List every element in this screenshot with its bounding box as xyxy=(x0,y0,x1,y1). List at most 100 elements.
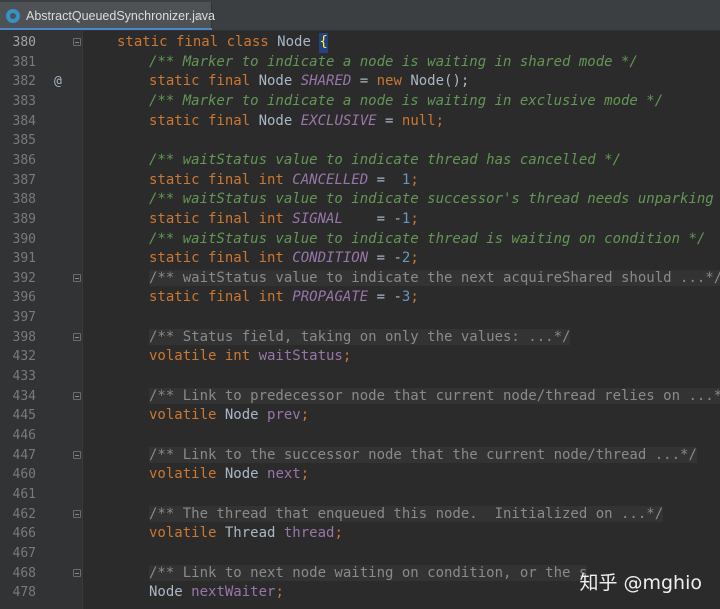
code-line[interactable]: 387 static final int CANCELLED = 1; xyxy=(0,171,720,191)
code-line[interactable]: 460 volatile Node next; xyxy=(0,465,720,485)
code-token: static final int xyxy=(149,289,293,306)
fold-toggle-icon[interactable] xyxy=(73,568,81,577)
line-number: 383 xyxy=(12,93,36,109)
code-token: static final int xyxy=(149,171,293,188)
code-text: /** waitStatus value to indicate success… xyxy=(149,190,720,210)
line-number: 447 xyxy=(12,447,36,463)
line-number: 389 xyxy=(12,211,36,227)
code-line[interactable]: 381 /** Marker to indicate a node is wait… xyxy=(0,53,720,73)
code-token: = xyxy=(351,73,377,90)
code-text: /** The thread that enqueued this node. … xyxy=(149,505,664,525)
code-token: = xyxy=(368,171,402,188)
code-text: Node nextWaiter; xyxy=(149,583,284,603)
code-line[interactable]: 467 xyxy=(0,544,720,564)
code-text: /** Marker to indicate a node is waiting… xyxy=(149,53,638,73)
code-token: static final xyxy=(149,73,259,90)
fold-toggle-icon[interactable] xyxy=(73,391,81,400)
code-text: /** Link to predecessor node that curren… xyxy=(149,387,720,407)
line-number: 468 xyxy=(12,565,36,581)
code-token: /** Status field, taking on only the val… xyxy=(149,328,571,345)
code-text: volatile Thread thread; xyxy=(149,524,343,544)
line-number: 391 xyxy=(12,251,36,267)
code-line[interactable]: 434 /** Link to predecessor node that cur… xyxy=(0,387,720,407)
code-line[interactable]: 392 /** waitStatus value to indicate the … xyxy=(0,269,720,289)
code-token: /** Marker to indicate a node is waiting… xyxy=(149,53,638,70)
code-token: static final int xyxy=(149,210,293,227)
line-number: 390 xyxy=(12,231,36,247)
code-token: = - xyxy=(368,250,402,267)
code-line[interactable]: 461 xyxy=(0,485,720,505)
code-token: ; xyxy=(410,210,419,227)
text-cursor: { xyxy=(319,33,328,53)
code-text: static final int CANCELLED = 1; xyxy=(149,171,419,191)
code-line[interactable]: 445 volatile Node prev; xyxy=(0,406,720,426)
code-token: next xyxy=(267,466,301,483)
java-class-icon xyxy=(6,9,20,23)
code-token: CONDITION xyxy=(292,250,369,267)
code-line[interactable]: 389 static final int SIGNAL = -1; xyxy=(0,210,720,230)
code-text: static final class Node { xyxy=(117,33,328,53)
code-line[interactable]: 397 xyxy=(0,308,720,328)
line-number: 398 xyxy=(12,329,36,345)
code-line[interactable]: 386 /** waitStatus value to indicate thre… xyxy=(0,151,720,171)
code-text: volatile Node next; xyxy=(149,465,309,485)
code-line[interactable]: 380 static final class Node { xyxy=(0,33,720,53)
line-number: 381 xyxy=(12,54,36,70)
code-line[interactable]: 388 /** waitStatus value to indicate succ… xyxy=(0,190,720,210)
line-number: 382 xyxy=(12,74,36,90)
watermark: 知乎 @mghio xyxy=(579,572,702,594)
code-token: ; xyxy=(410,289,419,306)
code-line[interactable]: 383 /** Marker to indicate a node is wait… xyxy=(0,92,720,112)
code-token: thread xyxy=(283,525,335,542)
code-text: /** waitStatus value to indicate thread … xyxy=(149,151,621,171)
code-line[interactable]: 385 xyxy=(0,131,720,151)
fold-toggle-icon[interactable] xyxy=(73,38,81,46)
code-line[interactable]: 466 volatile Thread thread; xyxy=(0,524,720,544)
code-token: volatile xyxy=(149,525,225,542)
code-line[interactable]: 391 static final int CONDITION = -2; xyxy=(0,249,720,269)
fold-toggle-icon[interactable] xyxy=(73,273,81,282)
code-line[interactable]: 447 /** Link to the successor node that t… xyxy=(0,446,720,466)
line-number: 387 xyxy=(12,172,36,188)
code-line[interactable]: 433 xyxy=(0,367,720,387)
code-token: /** Marker to indicate a node is waiting… xyxy=(149,92,664,109)
line-number: 385 xyxy=(12,133,36,149)
code-token: /** waitStatus value to indicate thread … xyxy=(149,151,622,168)
code-line[interactable]: 432 volatile int waitStatus; xyxy=(0,347,720,367)
code-token: volatile xyxy=(149,407,225,424)
line-number: 445 xyxy=(12,408,36,424)
code-line[interactable]: 462 /** The thread that enqueued this nod… xyxy=(0,505,720,525)
line-number: 462 xyxy=(12,506,36,522)
code-text: static final Node EXCLUSIVE = null; xyxy=(149,112,444,132)
line-number: 386 xyxy=(12,152,36,168)
code-line[interactable]: 384 static final Node EXCLUSIVE = null; xyxy=(0,112,720,132)
code-text: /** waitStatus value to indicate thread … xyxy=(149,230,705,250)
fold-toggle-icon[interactable] xyxy=(73,332,81,341)
code-token: EXCLUSIVE xyxy=(300,112,377,129)
editor-tab-bar: AbstractQueuedSynchronizer.java × xyxy=(0,0,720,31)
fold-toggle-icon[interactable] xyxy=(73,450,81,459)
code-token: volatile xyxy=(149,466,225,483)
code-token: ; xyxy=(334,525,343,542)
line-number: 460 xyxy=(12,467,36,483)
code-line[interactable]: 398 /** Status field, taking on only the … xyxy=(0,328,720,348)
close-tab-icon[interactable]: × xyxy=(196,9,203,23)
code-text: static final int SIGNAL = -1; xyxy=(149,210,419,230)
code-text: /** Link to next node waiting on conditi… xyxy=(149,564,588,584)
line-number: 432 xyxy=(12,349,36,365)
code-line[interactable]: 396 static final int PROPAGATE = -3; xyxy=(0,288,720,308)
line-number: 397 xyxy=(12,310,36,326)
file-tab[interactable]: AbstractQueuedSynchronizer.java × xyxy=(0,2,215,30)
override-marker-icon[interactable]: @ xyxy=(54,72,62,92)
code-token: CANCELLED xyxy=(292,171,369,188)
code-line[interactable]: 390 /** waitStatus value to indicate thre… xyxy=(0,230,720,250)
fold-toggle-icon[interactable] xyxy=(73,509,81,518)
code-line[interactable]: 446 xyxy=(0,426,720,446)
code-token: volatile int xyxy=(149,348,259,365)
code-line[interactable]: 382 @ static final Node SHARED = new Node(… xyxy=(0,72,720,92)
code-token: Node xyxy=(277,34,320,50)
line-number: 467 xyxy=(12,545,36,561)
code-token: ; xyxy=(275,584,284,601)
code-text: /** waitStatus value to indicate the nex… xyxy=(149,269,720,289)
code-token: Node xyxy=(258,73,301,90)
